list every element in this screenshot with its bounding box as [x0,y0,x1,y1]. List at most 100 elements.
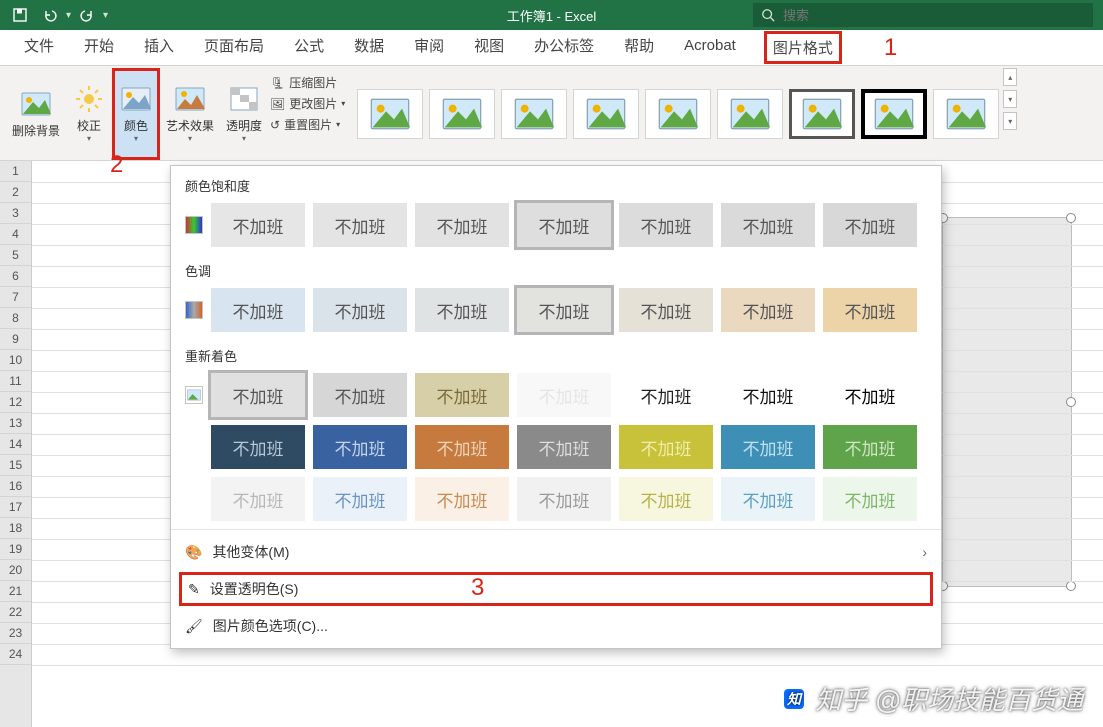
color-swatch[interactable]: 不加班 [721,203,815,247]
search-box[interactable] [753,3,1093,27]
color-swatch[interactable]: 不加班 [211,203,305,247]
row-header[interactable]: 11 [0,371,31,392]
reset-picture-button[interactable]: ↺重置图片▾ [270,116,345,133]
color-swatch[interactable]: 不加班 [721,288,815,332]
row-header[interactable]: 9 [0,329,31,350]
row-header[interactable]: 14 [0,434,31,455]
row-header[interactable]: 17 [0,497,31,518]
set-transparent-color-item[interactable]: ✎ 设置透明色(S) [179,572,933,606]
picture-style-thumb[interactable] [789,89,855,139]
color-swatch[interactable]: 不加班 [313,203,407,247]
row-header[interactable]: 5 [0,245,31,266]
color-button[interactable]: 颜色 ▾ [112,68,160,160]
row-header[interactable]: 22 [0,602,31,623]
color-swatch[interactable]: 不加班 [619,425,713,469]
row-header[interactable]: 12 [0,392,31,413]
color-swatch[interactable]: 不加班 [517,373,611,417]
color-swatch[interactable]: 不加班 [211,477,305,521]
picture-style-thumb[interactable] [501,89,567,139]
row-header[interactable]: 1 [0,161,31,182]
save-button[interactable] [6,2,34,28]
qat-dropdown-icon[interactable]: ▾ [66,10,71,21]
row-header[interactable]: 13 [0,413,31,434]
corrections-button[interactable]: 校正 ▾ [66,68,112,160]
gallery-more-icon[interactable]: ▾ [1003,112,1017,130]
tab-view[interactable]: 视图 [472,29,506,66]
gallery-up-icon[interactable]: ▴ [1003,68,1017,86]
tab-home[interactable]: 开始 [82,29,116,66]
color-swatch[interactable]: 不加班 [619,203,713,247]
row-header[interactable]: 10 [0,350,31,371]
color-swatch[interactable]: 不加班 [415,425,509,469]
color-swatch[interactable]: 不加班 [721,477,815,521]
qat-customize-icon[interactable]: ▾ [103,10,108,21]
picture-style-thumb[interactable] [717,89,783,139]
undo-button[interactable] [36,2,64,28]
row-header[interactable]: 8 [0,308,31,329]
artistic-effects-button[interactable]: 艺术效果 ▾ [160,68,220,160]
change-picture-button[interactable]: 🖼更改图片▾ [270,95,345,112]
row-header[interactable]: 16 [0,476,31,497]
gallery-scroll[interactable]: ▴ ▾ ▾ [1001,68,1019,160]
tab-insert[interactable]: 插入 [142,29,176,66]
row-header[interactable]: 19 [0,539,31,560]
row-header[interactable]: 3 [0,203,31,224]
color-swatch[interactable]: 不加班 [619,373,713,417]
tab-picture-format[interactable]: 图片格式 [764,31,842,64]
color-swatch[interactable]: 不加班 [211,425,305,469]
color-swatch[interactable]: 不加班 [721,425,815,469]
tab-file[interactable]: 文件 [22,29,56,66]
tab-acrobat[interactable]: Acrobat [682,31,738,64]
cells-area[interactable]: 颜色饱和度 不加班不加班不加班不加班不加班不加班不加班 色调 不加班不加班不加班… [32,161,1103,727]
color-swatch[interactable]: 不加班 [313,425,407,469]
color-swatch[interactable]: 不加班 [415,203,509,247]
color-swatch[interactable]: 不加班 [619,477,713,521]
row-header[interactable]: 4 [0,224,31,245]
row-header[interactable]: 15 [0,455,31,476]
row-headers[interactable]: 123456789101112131415161718192021222324 [0,161,32,727]
row-header[interactable]: 21 [0,581,31,602]
color-swatch[interactable]: 不加班 [721,373,815,417]
tab-data[interactable]: 数据 [352,29,386,66]
color-options-item[interactable]: 🖌 图片颜色选项(C)... [171,608,941,644]
picture-style-thumb[interactable] [573,89,639,139]
tab-layout[interactable]: 页面布局 [202,29,266,66]
color-swatch[interactable]: 不加班 [823,425,917,469]
more-variants-item[interactable]: 🎨 其他变体(M) › [171,534,941,570]
color-swatch[interactable]: 不加班 [823,288,917,332]
picture-style-thumb[interactable] [645,89,711,139]
row-header[interactable]: 23 [0,623,31,644]
color-swatch[interactable]: 不加班 [211,288,305,332]
color-swatch[interactable]: 不加班 [415,288,509,332]
color-swatch[interactable]: 不加班 [415,373,509,417]
row-header[interactable]: 18 [0,518,31,539]
picture-style-thumb[interactable] [861,89,927,139]
color-swatch[interactable]: 不加班 [211,373,305,417]
color-swatch[interactable]: 不加班 [517,425,611,469]
gallery-down-icon[interactable]: ▾ [1003,90,1017,108]
compress-pictures-button[interactable]: 🗜压缩图片 [270,74,345,91]
resize-handle[interactable] [1066,213,1076,223]
tab-office[interactable]: 办公标签 [532,29,596,66]
row-header[interactable]: 24 [0,644,31,665]
color-swatch[interactable]: 不加班 [823,203,917,247]
row-header[interactable]: 2 [0,182,31,203]
resize-handle[interactable] [1066,397,1076,407]
resize-handle[interactable] [1066,581,1076,591]
row-header[interactable]: 7 [0,287,31,308]
color-swatch[interactable]: 不加班 [823,373,917,417]
tab-review[interactable]: 审阅 [412,29,446,66]
tab-help[interactable]: 帮助 [622,29,656,66]
color-swatch[interactable]: 不加班 [823,477,917,521]
transparency-button[interactable]: 透明度 ▾ [220,68,268,160]
color-swatch[interactable]: 不加班 [313,477,407,521]
picture-style-thumb[interactable] [357,89,423,139]
color-swatch[interactable]: 不加班 [415,477,509,521]
color-swatch[interactable]: 不加班 [313,288,407,332]
remove-background-button[interactable]: 删除背景 [6,68,66,160]
row-header[interactable]: 6 [0,266,31,287]
picture-style-thumb[interactable] [429,89,495,139]
color-swatch[interactable]: 不加班 [517,477,611,521]
search-input[interactable] [783,8,1085,23]
row-header[interactable]: 20 [0,560,31,581]
